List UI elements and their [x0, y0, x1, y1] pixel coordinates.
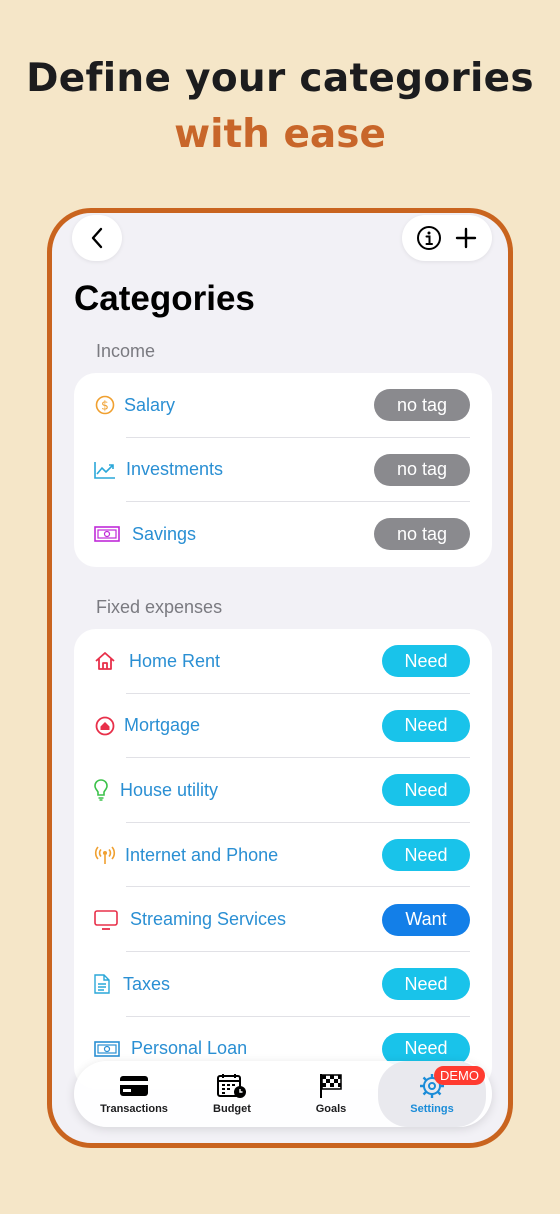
- document-icon: [94, 973, 110, 995]
- tag-button[interactable]: Need: [382, 968, 470, 1001]
- toolbar-actions: [402, 215, 492, 261]
- category-label: House utility: [120, 779, 219, 800]
- tag-button[interactable]: Need: [382, 645, 470, 678]
- list-item[interactable]: Streaming Services Want: [74, 887, 492, 952]
- list-item[interactable]: Home Rent Need: [74, 629, 492, 694]
- tab-label: Transactions: [100, 1103, 168, 1115]
- tag-button[interactable]: Need: [382, 839, 470, 872]
- section-label-income: Income: [96, 341, 156, 361]
- tag-button[interactable]: no tag: [374, 518, 470, 551]
- phone-frame: Categories Income $ Salary no tag Invest…: [47, 208, 513, 1148]
- list-item[interactable]: Internet and Phone Need: [74, 823, 492, 888]
- headline-line-1: Define your categories: [26, 56, 534, 101]
- tab-label: Settings: [410, 1103, 454, 1115]
- antenna-icon: [94, 844, 116, 866]
- demo-badge: DEMO: [434, 1066, 485, 1085]
- svg-text:$: $: [101, 399, 109, 413]
- tab-bar: Transactions Budget Goals Settings DEMO: [74, 1061, 492, 1127]
- tag-button[interactable]: no tag: [374, 453, 470, 486]
- tab-label: Budget: [213, 1103, 251, 1115]
- credit-card-icon: [119, 1073, 149, 1099]
- trend-chart-icon: [94, 459, 116, 481]
- tab-budget[interactable]: Budget: [186, 1061, 278, 1127]
- plus-icon: [455, 227, 477, 249]
- tab-label: Goals: [315, 1103, 347, 1115]
- back-button[interactable]: [72, 215, 122, 261]
- headline-line-2: with ease: [174, 112, 386, 157]
- headline: Define your categories with ease: [0, 52, 560, 164]
- category-label: Taxes: [123, 973, 171, 994]
- fixed-expenses-card: Home Rent Need Mortgage Need House utili…: [74, 629, 492, 1089]
- checkered-flag-icon: [319, 1073, 343, 1099]
- add-category-button[interactable]: [454, 226, 478, 250]
- dollar-coin-icon: $: [94, 394, 116, 416]
- list-item[interactable]: Mortgage Need: [74, 694, 492, 759]
- income-card: $ Salary no tag Investments no tag Savin…: [74, 373, 492, 567]
- list-item[interactable]: Savings no tag: [74, 502, 492, 567]
- calendar-clock-icon: [217, 1073, 247, 1099]
- banknote-icon: [94, 523, 120, 545]
- tag-button[interactable]: Need: [382, 709, 470, 742]
- category-label: Streaming Services: [130, 909, 287, 930]
- tab-goals[interactable]: Goals: [284, 1061, 378, 1127]
- category-label: Salary: [124, 394, 176, 415]
- category-label: Mortgage: [124, 715, 201, 736]
- category-label: Savings: [132, 523, 197, 544]
- category-label: Personal Loan: [131, 1038, 248, 1059]
- list-item[interactable]: House utility Need: [74, 758, 492, 823]
- category-label: Home Rent: [129, 650, 221, 671]
- banknote-icon: [94, 1038, 120, 1060]
- info-button[interactable]: [416, 225, 442, 251]
- lightbulb-icon: [94, 779, 108, 802]
- tab-transactions[interactable]: Transactions: [82, 1061, 186, 1127]
- info-icon: [417, 226, 441, 250]
- house-circle-icon: [94, 715, 116, 737]
- tag-button[interactable]: Want: [382, 903, 470, 936]
- page-title: Categories: [74, 279, 255, 318]
- tag-button[interactable]: no tag: [374, 389, 470, 422]
- category-label: Investments: [126, 459, 224, 480]
- category-label: Internet and Phone: [125, 844, 279, 865]
- list-item[interactable]: Investments no tag: [74, 438, 492, 503]
- list-item[interactable]: $ Salary no tag: [74, 373, 492, 438]
- tag-button[interactable]: Need: [382, 774, 470, 807]
- list-item[interactable]: Taxes Need: [74, 952, 492, 1017]
- section-label-fixed-expenses: Fixed expenses: [96, 597, 223, 617]
- chevron-left-icon: [91, 227, 103, 249]
- tv-icon: [94, 909, 118, 931]
- house-icon: [94, 650, 116, 672]
